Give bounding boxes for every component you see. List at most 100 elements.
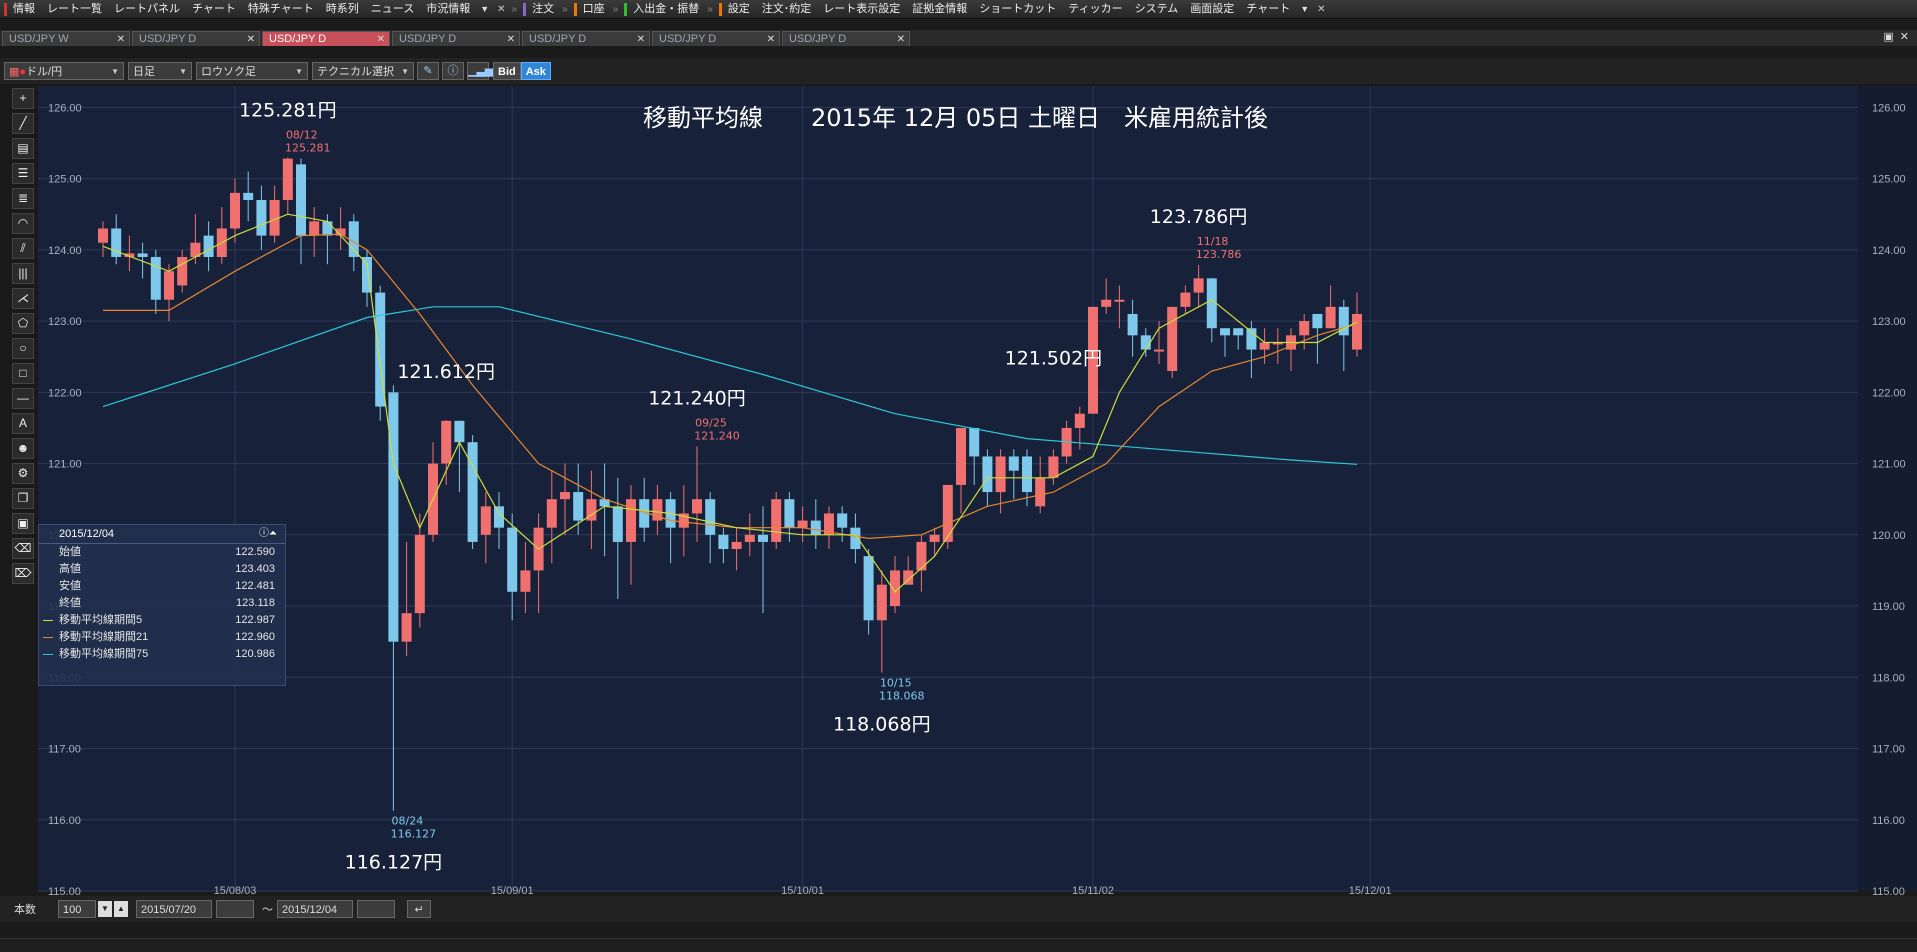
horizontal-lines-tool[interactable]: ☰	[12, 163, 34, 184]
bid-button[interactable]: Bid	[493, 62, 521, 80]
menu-overflow-icon[interactable]: »	[510, 4, 520, 15]
crosshair-tool[interactable]: +	[12, 88, 34, 109]
settings-tool[interactable]: ⚙	[12, 463, 34, 484]
icon-tool[interactable]: ☻	[12, 438, 34, 459]
chart-tab[interactable]: USD/JPY D ✕	[782, 31, 910, 46]
menu-item[interactable]: ニュース	[365, 0, 420, 18]
menu-item[interactable]: レート表示設定	[817, 0, 906, 18]
tab-close-icon[interactable]: ✕	[637, 32, 645, 47]
menu-item[interactable]: ティッカー	[1062, 0, 1128, 18]
annotation-price-big: 121.240円	[648, 387, 746, 409]
text-tool[interactable]: A	[12, 413, 34, 434]
menu-item[interactable]: レート一覧	[41, 0, 108, 18]
tab-close-icon[interactable]: ✕	[767, 32, 775, 47]
apply-button[interactable]: ↵	[407, 900, 431, 918]
tab-close-icon[interactable]: ✕	[377, 32, 385, 47]
menu-overflow-icon[interactable]: »	[611, 4, 621, 15]
eraser-all-tool[interactable]: ⌦	[12, 563, 34, 584]
chart-tab[interactable]: USD/JPY W ✕	[2, 31, 130, 46]
close-icon[interactable]: ✕	[1313, 4, 1329, 15]
paste-tool[interactable]: ▣	[12, 513, 34, 534]
close-icon[interactable]: ✕	[493, 4, 509, 15]
menu-more-icon[interactable]: ▼	[1296, 4, 1313, 14]
ruler-tool[interactable]: ▤	[12, 138, 34, 159]
candlestick-chart[interactable]: 126.00 126.00 125.00 125.00 124.00 124.00 123.…	[38, 86, 1917, 898]
info-panel-buttons[interactable]: ⓘ⏶	[259, 525, 277, 543]
chart-tab[interactable]: USD/JPY D ✕	[392, 31, 520, 46]
currency-pair-select[interactable]: ▦●ドル/円 ▼	[4, 62, 124, 80]
vertical-lines-tool[interactable]: |||	[12, 263, 34, 284]
close-icon[interactable]: ✕	[1900, 30, 1909, 46]
eraser-tool[interactable]: ⌫	[12, 538, 34, 559]
annotation-date: 11/18	[1197, 235, 1229, 248]
menu-item[interactable]: レートパネル	[108, 0, 186, 18]
menu-item[interactable]: ショートカット	[973, 0, 1062, 18]
pen-icon: ✎	[423, 65, 433, 77]
candle-body	[692, 499, 702, 514]
to-date-input[interactable]: 2015/12/04	[277, 900, 353, 918]
fibonacci-tool[interactable]: ≣	[12, 188, 34, 209]
menu-item[interactable]: チャート	[186, 0, 242, 18]
chart-style-select[interactable]: ロウソク足 ▼	[196, 62, 308, 80]
tab-close-icon[interactable]: ✕	[507, 32, 515, 47]
rectangle-tool[interactable]: □	[12, 363, 34, 384]
period-select[interactable]: 日足 ▼	[128, 62, 192, 80]
menu-item[interactable]: 口座	[577, 0, 611, 18]
maximize-icon[interactable]: ▣	[1883, 30, 1893, 46]
info-row-label: 安値	[59, 580, 81, 592]
from-date-input[interactable]: 2015/07/20	[136, 900, 212, 918]
ask-button[interactable]: Ask	[520, 62, 551, 80]
fan-tool[interactable]: ⫽	[12, 238, 34, 259]
arc-tool[interactable]: ◠	[12, 213, 34, 234]
candle-body	[98, 228, 108, 243]
info-button[interactable]: ⓘ	[442, 62, 464, 80]
circle-tool[interactable]: ○	[12, 338, 34, 359]
menu-item[interactable]: 設定	[722, 0, 756, 18]
menu-more-icon[interactable]: ▼	[476, 4, 493, 14]
pentagon-tool[interactable]: ⬠	[12, 313, 34, 334]
from-time-input[interactable]	[216, 900, 254, 918]
menu-item[interactable]: 注文	[526, 0, 560, 18]
menu-item[interactable]: 時系列	[320, 0, 365, 18]
copy-tool[interactable]: ❐	[12, 488, 34, 509]
draw-pen-button[interactable]: ✎	[417, 62, 439, 80]
annotation-price-big: 118.068円	[833, 713, 931, 735]
menu-item[interactable]: 市況情報	[420, 0, 476, 18]
menu-overflow-icon[interactable]: »	[705, 4, 715, 15]
menu-overflow-icon[interactable]: »	[560, 4, 570, 15]
annotation-price-big: 125.281円	[239, 100, 337, 122]
chart-tab[interactable]: USD/JPY D ✕	[522, 31, 650, 46]
tab-close-icon[interactable]: ✕	[247, 32, 255, 47]
menu-item[interactable]: 注文･約定	[756, 0, 818, 18]
candle-body	[1180, 292, 1191, 307]
info-row-value: 122.987	[235, 614, 275, 626]
menu-item[interactable]: 証拠金情報	[906, 0, 973, 18]
horizontal-line-tool[interactable]: —	[12, 388, 34, 409]
volume-button[interactable]: ▁▃▅	[467, 62, 493, 80]
candle-body	[995, 456, 1006, 493]
candle-body	[203, 235, 214, 257]
menu-item[interactable]: 画面設定	[1184, 0, 1240, 18]
count-down-button[interactable]: ▼	[98, 901, 112, 917]
candle-body	[1220, 328, 1230, 336]
count-up-button[interactable]: ▲	[114, 901, 128, 917]
count-input[interactable]: 100	[58, 900, 96, 918]
pitchfork-tool[interactable]: ⋌	[12, 288, 34, 309]
candle-body	[441, 420, 452, 464]
menu-item[interactable]: 特殊チャート	[242, 0, 320, 18]
menu-item[interactable]: システム	[1129, 0, 1185, 18]
paste-icon: ▣	[17, 516, 29, 530]
tab-close-icon[interactable]: ✕	[117, 32, 125, 47]
technical-select[interactable]: テクニカル選択 ▼	[312, 62, 414, 80]
menu-item[interactable]: チャート	[1240, 0, 1296, 18]
trendline-tool[interactable]: ╱	[12, 113, 34, 134]
chart-tab[interactable]: USD/JPY D ✕	[262, 31, 390, 46]
chart-tab[interactable]: USD/JPY D ✕	[652, 31, 780, 46]
tab-close-icon[interactable]: ✕	[897, 32, 905, 47]
menu-item[interactable]: 入出金・振替	[627, 0, 705, 18]
menu-item[interactable]: 情報	[7, 0, 41, 18]
chart-tab[interactable]: USD/JPY D ✕	[132, 31, 260, 46]
candle-body	[1101, 299, 1112, 307]
fan-icon: ⫽	[20, 241, 26, 255]
to-time-input[interactable]	[357, 900, 395, 918]
